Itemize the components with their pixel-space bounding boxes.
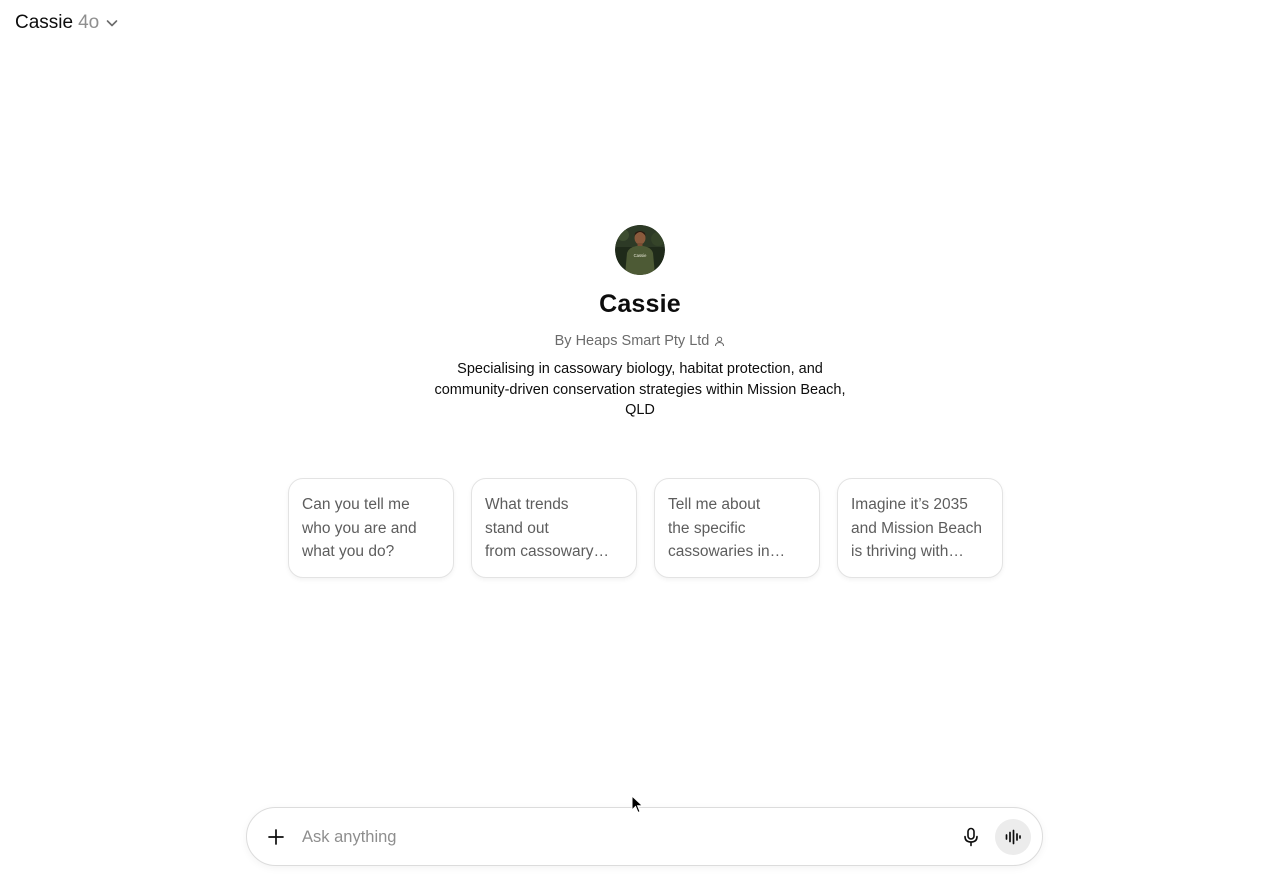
microphone-icon	[962, 827, 980, 847]
suggestion-card[interactable]: Tell me about the specific cassowaries i…	[654, 478, 820, 578]
gpt-landing-page: Cassie 4o Cassie Cassie By Heaps Smart P…	[0, 0, 1280, 876]
chevron-down-icon	[105, 16, 119, 30]
dictate-button[interactable]	[958, 824, 984, 850]
model-version: 4o	[78, 12, 100, 33]
composer	[246, 807, 1043, 866]
gpt-description: Specialising in cassowary biology, habit…	[434, 361, 846, 418]
avatar-shirt-text: Cassie	[634, 253, 647, 258]
attach-button[interactable]	[262, 823, 290, 851]
gpt-title: Cassie	[599, 290, 681, 318]
plus-icon	[267, 828, 285, 846]
suggestion-card[interactable]: What trends stand out from cassowary…	[471, 478, 637, 578]
avatar: Cassie	[615, 225, 665, 275]
model-switcher[interactable]: Cassie 4o	[15, 11, 119, 35]
author-name: By Heaps Smart Pty Ltd	[554, 333, 710, 349]
prompt-input[interactable]	[302, 824, 942, 850]
suggestion-card[interactable]: Imagine it’s 2035 and Mission Beach is t…	[837, 478, 1003, 578]
author-row: By Heaps Smart Pty Ltd	[555, 331, 726, 351]
model-name: Cassie	[15, 12, 74, 33]
suggestion-card[interactable]: Can you tell me who you are and what you…	[288, 478, 454, 578]
gpt-profile: Cassie Cassie By Heaps Smart Pty Ltd Spe…	[0, 225, 1280, 421]
suggestion-cards: Can you tell me who you are and what you…	[288, 478, 1003, 578]
person-icon	[714, 336, 725, 347]
voice-mode-button[interactable]	[995, 819, 1031, 855]
voice-waveform-icon	[1004, 828, 1022, 846]
